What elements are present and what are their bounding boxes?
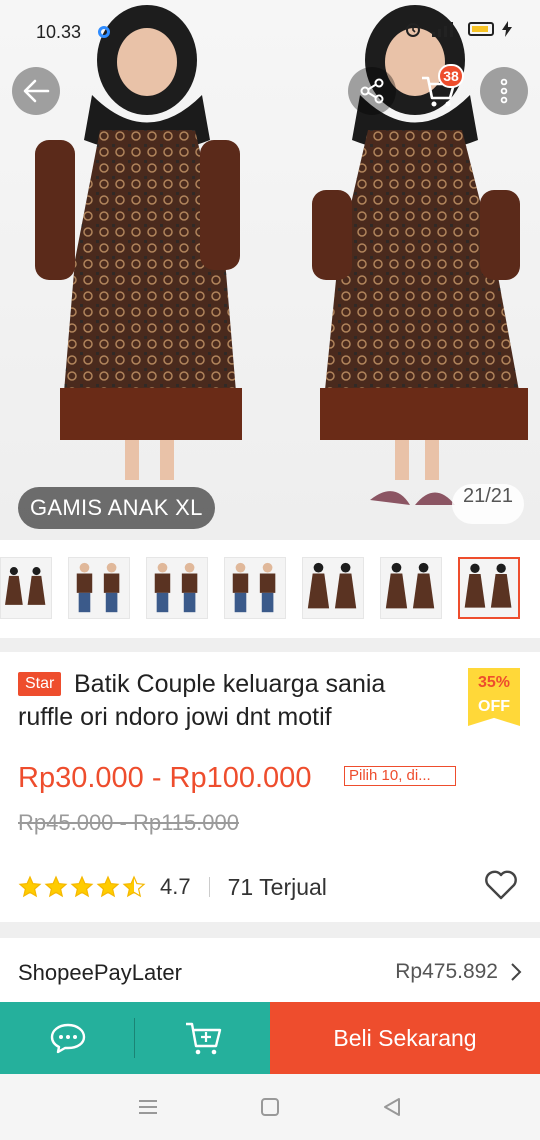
thumbnail-selected[interactable] — [458, 557, 520, 619]
thumbnail-image — [464, 563, 512, 608]
thumbnail[interactable] — [0, 557, 52, 619]
price-range: Rp30.000 - Rp100.000 — [18, 762, 312, 794]
discount-badge: 35% OFF — [468, 668, 520, 726]
bottom-action-bar: Beli Sekarang — [0, 1002, 540, 1074]
bundle-promo-tag[interactable]: Pilih 10, di... — [344, 766, 456, 786]
thumbnail-strip — [0, 540, 540, 638]
image-caption: GAMIS ANAK XL — [18, 487, 215, 529]
star-icon — [18, 875, 42, 898]
divider — [208, 877, 210, 897]
buy-now-button[interactable]: Beli Sekarang — [270, 1002, 540, 1074]
star-icon — [122, 875, 146, 898]
thumbnail[interactable] — [68, 557, 130, 619]
discount-percent: 35% — [477, 674, 511, 691]
discount-off-label: OFF — [478, 698, 510, 715]
alarm-icon — [406, 23, 420, 37]
thumbnail[interactable] — [380, 557, 442, 619]
status-bar: 10.33 — [0, 0, 540, 64]
product-info-card: Batik Couple keluarga sania ruffle ori n… — [0, 652, 540, 922]
thumbnail-image — [385, 562, 435, 609]
original-price: Rp45.000 - Rp115.000 — [18, 810, 239, 835]
add-to-cart-button[interactable] — [135, 1002, 270, 1074]
thumbnail-image — [232, 562, 276, 613]
heart-icon[interactable] — [484, 870, 518, 900]
image-counter: 21/21 — [452, 484, 524, 524]
chat-icon — [50, 1023, 85, 1054]
star-icon — [44, 875, 68, 898]
status-icons — [404, 20, 512, 38]
menu-icon[interactable] — [137, 1097, 159, 1117]
thumbnail-image — [307, 562, 357, 609]
thumbnail[interactable] — [302, 557, 364, 619]
cart-count-badge: 38 — [438, 64, 464, 88]
rating-row[interactable]: 4.7 71 Terjual — [18, 872, 327, 902]
product-title: Batik Couple keluarga sania ruffle ori n… — [18, 670, 386, 731]
product-image[interactable]: 10.33 38 GAMIS ANAK XL 21/21 — [0, 0, 540, 540]
thumbnail-image — [154, 562, 198, 613]
paylater-label: ShopeePayLater — [18, 960, 182, 985]
thumbnail-image — [5, 567, 46, 605]
home-square-icon[interactable] — [259, 1096, 281, 1118]
rating-stars — [18, 875, 146, 899]
signal-icon — [432, 22, 453, 37]
paylater-amount: Rp475.892 — [395, 960, 498, 983]
charging-icon — [502, 21, 512, 37]
thumbnail[interactable] — [146, 557, 208, 619]
share-icon — [360, 78, 384, 104]
sold-count: 71 Terjual — [227, 873, 327, 900]
battery-icon — [468, 22, 494, 36]
share-button[interactable] — [348, 67, 396, 115]
star-icon — [96, 875, 120, 898]
notification-dot-icon — [98, 26, 110, 38]
add-cart-icon — [185, 1022, 221, 1055]
product-detail-screen: 10.33 38 GAMIS ANAK XL 21/21 Batik Coupl… — [0, 0, 540, 1140]
thumbnail[interactable] — [224, 557, 286, 619]
rating-value: 4.7 — [160, 874, 191, 899]
paylater-row[interactable]: ShopeePayLater Rp475.892 — [0, 938, 540, 1004]
chat-button[interactable] — [0, 1002, 135, 1074]
chevron-right-icon — [511, 963, 522, 981]
star-icon — [70, 875, 94, 898]
star-seller-badge: Star — [18, 672, 62, 696]
back-button[interactable] — [12, 67, 60, 115]
status-time: 10.33 — [36, 22, 82, 42]
thumbnail-image — [76, 562, 120, 613]
more-options-button[interactable] — [480, 67, 528, 115]
more-vert-icon — [500, 78, 508, 104]
system-navigation-bar — [0, 1074, 540, 1140]
back-arrow-icon — [23, 79, 50, 103]
back-triangle-icon[interactable] — [381, 1096, 403, 1118]
